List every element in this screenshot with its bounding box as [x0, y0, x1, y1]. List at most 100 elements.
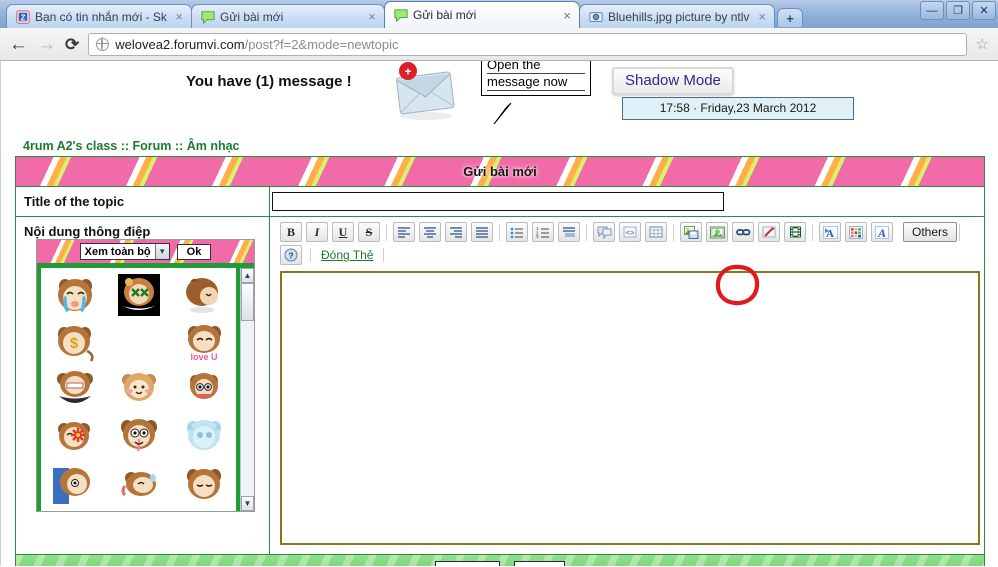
- insert-link-button[interactable]: [732, 222, 754, 242]
- toolbar-separator: [673, 223, 674, 241]
- smiley-item[interactable]: [172, 365, 236, 412]
- smiley-ok-button[interactable]: Ok: [176, 243, 212, 260]
- minimize-button[interactable]: —: [920, 1, 944, 20]
- align-left-button[interactable]: [393, 222, 415, 242]
- envelope-icon[interactable]: +: [386, 61, 461, 121]
- insert-image-button[interactable]: [706, 222, 728, 242]
- code-button[interactable]: <>: [619, 222, 641, 242]
- scroll-down-arrow-icon[interactable]: ▼: [241, 496, 254, 511]
- smiley-item[interactable]: [107, 459, 171, 506]
- title-field-cell: [270, 187, 984, 216]
- reload-icon[interactable]: ⟳: [65, 36, 79, 53]
- underline-button[interactable]: U: [332, 222, 354, 242]
- tab-close-icon[interactable]: ×: [758, 10, 766, 23]
- align-right-button[interactable]: [445, 222, 467, 242]
- open-message-callout[interactable]: Open the message now: [481, 61, 591, 96]
- others-button[interactable]: Others: [903, 222, 958, 242]
- send-button[interactable]: Send: [513, 560, 566, 566]
- address-bar[interactable]: welovea2.forumvi.com/post?f=2&mode=newto…: [88, 32, 967, 56]
- url-text: welovea2.forumvi.com/post?f=2&mode=newto…: [115, 37, 398, 52]
- body-row: Nội dung thông điệp Xem toàn bộ ▼ Ok $ l…: [16, 217, 984, 554]
- breadcrumb-root[interactable]: 4rum A2's class: [23, 139, 117, 153]
- insert-flash-button[interactable]: [758, 222, 780, 242]
- browser-tab-1[interactable]: Z Bạn có tin nhắn mới - Sky Gard ×: [6, 4, 192, 28]
- tab-title: Bluehills.jpg picture by ntlvtkg: [608, 9, 751, 24]
- smiley-scrollbar[interactable]: ▲ ▼: [240, 268, 254, 511]
- smiley-item[interactable]: $: [43, 318, 107, 365]
- indent-button[interactable]: [558, 222, 580, 242]
- page-viewport: You have (1) message ! + Open the messag…: [0, 61, 998, 566]
- save-image-button[interactable]: [680, 222, 702, 242]
- chevron-down-icon: ▼: [154, 244, 169, 259]
- shadow-mode-button[interactable]: Shadow Mode: [612, 67, 734, 95]
- italic-button[interactable]: I: [306, 222, 328, 242]
- align-center-button[interactable]: [419, 222, 441, 242]
- scrollbar-thumb[interactable]: [241, 283, 254, 321]
- body-label-cell: Nội dung thông điệp Xem toàn bộ ▼ Ok $ l…: [16, 217, 270, 554]
- toolbar-separator: [586, 223, 587, 241]
- bookmark-star-icon[interactable]: ☆: [976, 35, 989, 53]
- window-controls: — ❐ ✕: [920, 1, 996, 20]
- breadcrumb-sep-1: ::: [120, 139, 130, 153]
- topic-title-input[interactable]: [272, 192, 724, 211]
- body-label: Nội dung thông điệp: [24, 224, 151, 239]
- tab-close-icon[interactable]: ×: [563, 9, 571, 22]
- restore-button[interactable]: ❐: [946, 1, 970, 20]
- tab-title: Gửi bài mới: [220, 9, 284, 24]
- title-label: Title of the topic: [16, 187, 270, 216]
- scrollbar-track[interactable]: [241, 283, 254, 496]
- font-style-button[interactable]: A: [871, 222, 893, 242]
- smiley-picker-body: $ love U ▲ ▼: [37, 265, 254, 511]
- globe-icon: [95, 37, 110, 51]
- bulleted-list-button[interactable]: [506, 222, 528, 242]
- breadcrumb-forum[interactable]: Forum: [133, 139, 172, 153]
- smiley-category-value: Xem toàn bộ: [84, 245, 151, 258]
- browser-tab-3-active[interactable]: Gửi bài mới ×: [384, 1, 580, 28]
- svg-text:A: A: [826, 228, 834, 239]
- smiley-item[interactable]: [172, 459, 236, 506]
- smiley-item[interactable]: love U: [172, 318, 236, 365]
- smiley-item[interactable]: [107, 271, 171, 318]
- smiley-item[interactable]: [43, 459, 107, 506]
- svg-text:+: +: [404, 65, 411, 79]
- close-tag-link[interactable]: Đóng Thẻ: [310, 248, 385, 262]
- preview-button[interactable]: Preview: [434, 560, 500, 566]
- close-window-button[interactable]: ✕: [972, 1, 996, 20]
- smiley-item[interactable]: [107, 365, 171, 412]
- smiley-item[interactable]: [172, 271, 236, 318]
- tab-close-icon[interactable]: ×: [175, 10, 183, 23]
- back-icon[interactable]: ←: [9, 35, 28, 54]
- smiley-item[interactable]: [107, 412, 171, 459]
- smiley-item[interactable]: [172, 412, 236, 459]
- tab-close-icon[interactable]: ×: [368, 10, 376, 23]
- tab-title: Bạn có tin nhắn mới - Sky Gard: [35, 9, 167, 24]
- numbered-list-button[interactable]: 123: [532, 222, 554, 242]
- url-domain: welovea2.forumvi.com: [115, 36, 245, 52]
- color-palette-button[interactable]: [845, 222, 867, 242]
- insert-video-button[interactable]: [784, 222, 806, 242]
- smiley-category-select[interactable]: Xem toàn bộ ▼: [79, 243, 170, 260]
- speech-bubble-icon: [201, 10, 215, 24]
- browser-tab-2[interactable]: Gửi bài mới ×: [191, 4, 385, 28]
- editor-toolbar-row-2: ? Đóng Thẻ: [274, 242, 980, 265]
- page-title: Gửi bài mới: [463, 164, 537, 179]
- new-post-form: Gửi bài mới Title of the topic Nội dung …: [15, 156, 985, 566]
- strikethrough-button[interactable]: S: [358, 222, 380, 242]
- table-button[interactable]: [645, 222, 667, 242]
- browser-tab-4[interactable]: Bluehills.jpg picture by ntlvtkg ×: [579, 4, 775, 28]
- align-justify-button[interactable]: [471, 222, 493, 242]
- forward-icon[interactable]: →: [37, 35, 56, 54]
- font-color-button[interactable]: A: [819, 222, 841, 242]
- message-body-textarea[interactable]: [280, 271, 980, 545]
- new-tab-button[interactable]: +: [777, 8, 803, 27]
- smiley-item[interactable]: [43, 271, 107, 318]
- smiley-item[interactable]: [43, 412, 107, 459]
- bold-button[interactable]: B: [280, 222, 302, 242]
- help-button[interactable]: ?: [280, 245, 302, 265]
- quote-button[interactable]: [593, 222, 615, 242]
- smiley-item[interactable]: [43, 365, 107, 412]
- title-row: Title of the topic: [16, 187, 984, 217]
- callout-tail-icon: [493, 103, 512, 125]
- scroll-up-arrow-icon[interactable]: ▲: [241, 268, 254, 283]
- breadcrumb-leaf[interactable]: Âm nhạc: [187, 139, 240, 153]
